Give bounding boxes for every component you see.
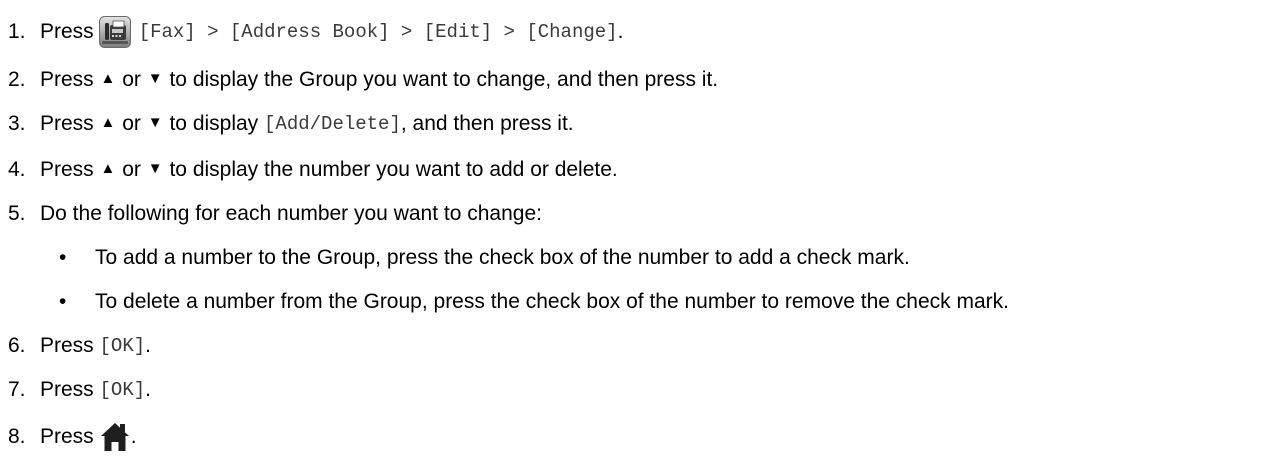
step-prefix: Press [40, 378, 94, 401]
bullet-marker: • [59, 246, 67, 269]
down-arrow-icon: ▼ [147, 114, 163, 131]
step-number: 5. [8, 202, 26, 225]
step-4: 4. Press ▲ or ▼ to display the number yo… [8, 158, 618, 182]
step-number: 8. [8, 425, 26, 448]
step-suffix: . [617, 20, 624, 43]
bullet-item-add: • To add a number to the Group, press th… [59, 246, 910, 270]
ui-path-text: [Fax] > [Address Book] > [Edit] > [Chang… [138, 21, 618, 43]
fax-icon [98, 16, 131, 48]
or-text: or [122, 68, 141, 91]
step-suffix: . [145, 378, 151, 401]
ok-button-text: [OK] [99, 335, 146, 357]
or-text: or [122, 158, 141, 181]
step-prefix: Press [40, 20, 94, 43]
step-number: 3. [8, 112, 26, 135]
step-number: 7. [8, 378, 26, 401]
bullet-item-delete: • To delete a number from the Group, pre… [59, 290, 1009, 314]
step-text: Do the following for each number you wan… [40, 202, 542, 225]
step-number: 4. [8, 158, 26, 181]
ok-button-text: [OK] [99, 379, 146, 401]
step-3: 3. Press ▲ or ▼ to display [Add/Delete] … [8, 112, 574, 136]
step-number: 6. [8, 334, 26, 357]
step-text: to display the number you want to add or… [169, 158, 618, 181]
up-arrow-icon: ▲ [100, 160, 116, 177]
bullet-marker: • [59, 290, 67, 313]
step-number: 1. [8, 20, 26, 43]
or-text: or [122, 112, 141, 135]
ui-option-text: [Add/Delete] [264, 113, 401, 135]
step-suffix: . [145, 334, 151, 357]
bullet-text: To add a number to the Group, press the … [95, 246, 910, 269]
step-text: to display [169, 112, 259, 135]
step-text: to display the Group you want to change,… [169, 68, 719, 91]
step-prefix: Press [40, 425, 94, 448]
step-7: 7. Press [OK] . [8, 378, 151, 402]
up-arrow-icon: ▲ [100, 114, 116, 131]
step-prefix: Press [40, 68, 94, 91]
step-number: 2. [8, 68, 26, 91]
step-8: 8. Press . [8, 422, 137, 452]
step-1: 1. Press [Fax] > [Address Book] > [Edit]… [8, 16, 623, 48]
step-prefix: Press [40, 334, 94, 357]
step-prefix: Press [40, 158, 94, 181]
down-arrow-icon: ▼ [147, 70, 163, 87]
step-5: 5. Do the following for each number you … [8, 202, 542, 226]
down-arrow-icon: ▼ [147, 160, 163, 177]
bullet-text: To delete a number from the Group, press… [95, 290, 1009, 313]
step-2: 2. Press ▲ or ▼ to display the Group you… [8, 68, 718, 92]
step-suffix: , and then press it. [400, 112, 574, 135]
step-suffix: . [130, 425, 137, 448]
step-prefix: Press [40, 112, 94, 135]
up-arrow-icon: ▲ [100, 70, 116, 87]
step-6: 6. Press [OK] . [8, 334, 151, 358]
home-icon [100, 422, 130, 452]
